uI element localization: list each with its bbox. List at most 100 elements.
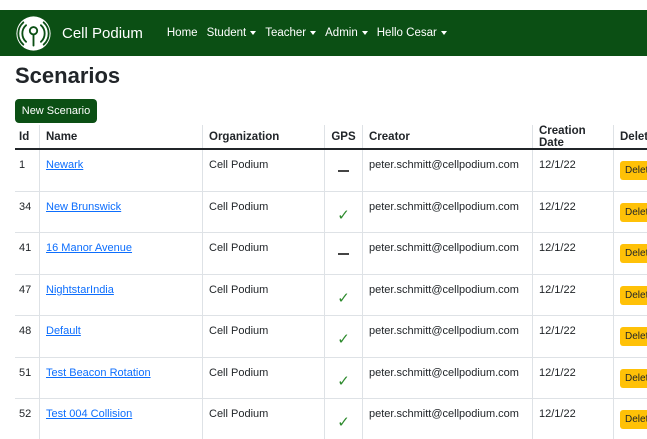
organization-cell: Cell Podium [202, 399, 324, 439]
id-cell: 34 [19, 200, 32, 213]
table-body: 1 Newark Cell Podium peter.schmitt@cellpodi… [15, 150, 647, 439]
gps-cell [324, 150, 362, 191]
brand[interactable]: Cell Podium [15, 15, 143, 52]
nav-item-teacher[interactable]: Teacher [265, 27, 317, 39]
delete-cell: Delete [613, 399, 647, 439]
organization-cell: Cell Podium [202, 233, 324, 274]
scenario-name-link[interactable]: NightstarIndia [46, 284, 114, 296]
table-row: 52 Test 004 Collision Cell Podium ✓ peter.sc… [15, 399, 647, 439]
delete-button[interactable]: Delete [620, 161, 647, 180]
name-cell: Test Beacon Rotation [39, 357, 202, 398]
table-row: 41 16 Manor Avenue Cell Podium peter.schmit… [15, 233, 647, 275]
check-icon: ✓ [337, 331, 350, 348]
organization-cell: Cell Podium [202, 316, 324, 357]
caret-down-icon [361, 31, 368, 35]
table-row: 48 Default Cell Podium ✓ peter.schmitt@cellp… [15, 316, 647, 358]
delete-button[interactable]: Delete [620, 244, 647, 263]
nav-item-label: Student [206, 27, 247, 39]
check-icon: ✓ [337, 414, 350, 431]
delete-cell: Delete [613, 233, 647, 274]
column-header-gps: GPS [324, 125, 362, 148]
table-row: 34 New Brunswick Cell Podium ✓ peter.schmitt… [15, 191, 647, 233]
creation-date-cell: 12/1/22 [532, 399, 613, 439]
column-header-creation-date: Creation Date [532, 125, 613, 149]
id-cell: 48 [19, 325, 32, 337]
gps-cell: ✓ [324, 316, 362, 357]
check-icon: ✓ [337, 372, 350, 390]
scenario-name-link[interactable]: Newark [46, 159, 83, 171]
caret-down-icon [250, 31, 257, 35]
scenario-name-link[interactable]: Test Beacon Rotation [46, 367, 151, 379]
creation-date-cell: 12/1/22 [532, 274, 613, 315]
table-row: 47 NightstarIndia Cell Podium ✓ peter.schmit… [15, 274, 647, 316]
scenario-name-link[interactable]: 16 Manor Avenue [46, 242, 132, 254]
table-row: 1 Newark Cell Podium peter.schmitt@cellpodi… [15, 150, 647, 192]
gps-cell: ✓ [324, 191, 362, 232]
main-nav: Home Student Teacher Admin Hello Cesar [167, 27, 456, 39]
delete-cell: Delete [613, 191, 647, 232]
nav-item-label: Admin [325, 27, 358, 39]
delete-button[interactable]: Delete [620, 410, 647, 429]
column-header-name: Name [39, 125, 202, 148]
creation-date-cell: 12/1/22 [532, 316, 613, 357]
gps-cell [324, 233, 362, 274]
creator-cell: peter.schmitt@cellpodium.com [362, 150, 532, 191]
creator-cell: peter.schmitt@cellpodium.com [362, 233, 532, 274]
nav-item-admin[interactable]: Admin [325, 27, 368, 39]
creator-cell: peter.schmitt@cellpodium.com [362, 357, 532, 398]
caret-down-icon [310, 31, 317, 35]
id-cell: 47 [19, 283, 32, 296]
brand-name: Cell Podium [62, 24, 143, 42]
scenario-name-link[interactable]: Test 004 Collision [46, 408, 132, 420]
creation-date-cell: 12/1/22 [532, 191, 613, 232]
delete-cell: Delete [613, 316, 647, 357]
check-icon: ✓ [337, 289, 350, 307]
scenario-name-link[interactable]: New Brunswick [46, 201, 121, 213]
nav-item-student[interactable]: Student [207, 27, 257, 39]
page-title: Scenarios [15, 63, 121, 88]
table-header: Id Name Organization GPS Creator Creation Dat… [15, 125, 647, 150]
delete-button[interactable]: Delete [620, 202, 647, 222]
check-icon: ✓ [337, 206, 350, 224]
name-cell: Test 004 Collision [39, 399, 202, 439]
cell-podium-logo-icon [16, 15, 51, 51]
creator-cell: peter.schmitt@cellpodium.com [362, 274, 532, 315]
column-header-creator: Creator [362, 125, 532, 148]
creation-date-cell: 12/1/22 [532, 357, 613, 398]
name-cell: NightstarIndia [39, 274, 202, 315]
name-cell: Default [39, 316, 202, 357]
creator-cell: peter.schmitt@cellpodium.com [362, 191, 532, 232]
organization-cell: Cell Podium [202, 191, 324, 232]
organization-cell: Cell Podium [202, 274, 324, 315]
new-scenario-button[interactable]: New Scenario [15, 99, 97, 123]
gps-cell: ✓ [324, 399, 362, 439]
delete-cell: Delete [613, 274, 647, 315]
column-header-id: Id [19, 130, 30, 143]
column-header-delete: Delete [613, 125, 647, 148]
id-cell: 52 [19, 408, 32, 420]
scenario-name-link[interactable]: Default [46, 325, 81, 337]
delete-button[interactable]: Delete [620, 368, 647, 388]
dash-icon [338, 253, 349, 255]
name-cell: Newark [39, 150, 202, 191]
delete-cell: Delete [613, 150, 647, 191]
id-cell: 51 [19, 366, 32, 379]
scenarios-table: Id Name Organization GPS Creator Creation Dat… [15, 125, 647, 439]
table-row: 51 Test Beacon Rotation Cell Podium ✓ peter.… [15, 357, 647, 399]
delete-button[interactable]: Delete [620, 327, 647, 346]
organization-cell: Cell Podium [202, 150, 324, 191]
dash-icon [338, 170, 349, 172]
organization-cell: Cell Podium [202, 357, 324, 398]
nav-item-label: Teacher [265, 27, 307, 39]
name-cell: 16 Manor Avenue [39, 233, 202, 274]
name-cell: New Brunswick [39, 191, 202, 232]
nav-item-label: Hello Cesar [376, 27, 437, 39]
creation-date-cell: 12/1/22 [532, 150, 613, 191]
nav-item-hello-cesar[interactable]: Hello Cesar [377, 27, 447, 39]
column-header-organization: Organization [202, 125, 324, 148]
gps-cell: ✓ [324, 357, 362, 398]
delete-button[interactable]: Delete [620, 285, 647, 305]
nav-item-home[interactable]: Home [167, 27, 198, 39]
creation-date-cell: 12/1/22 [532, 233, 613, 274]
delete-cell: Delete [613, 357, 647, 398]
